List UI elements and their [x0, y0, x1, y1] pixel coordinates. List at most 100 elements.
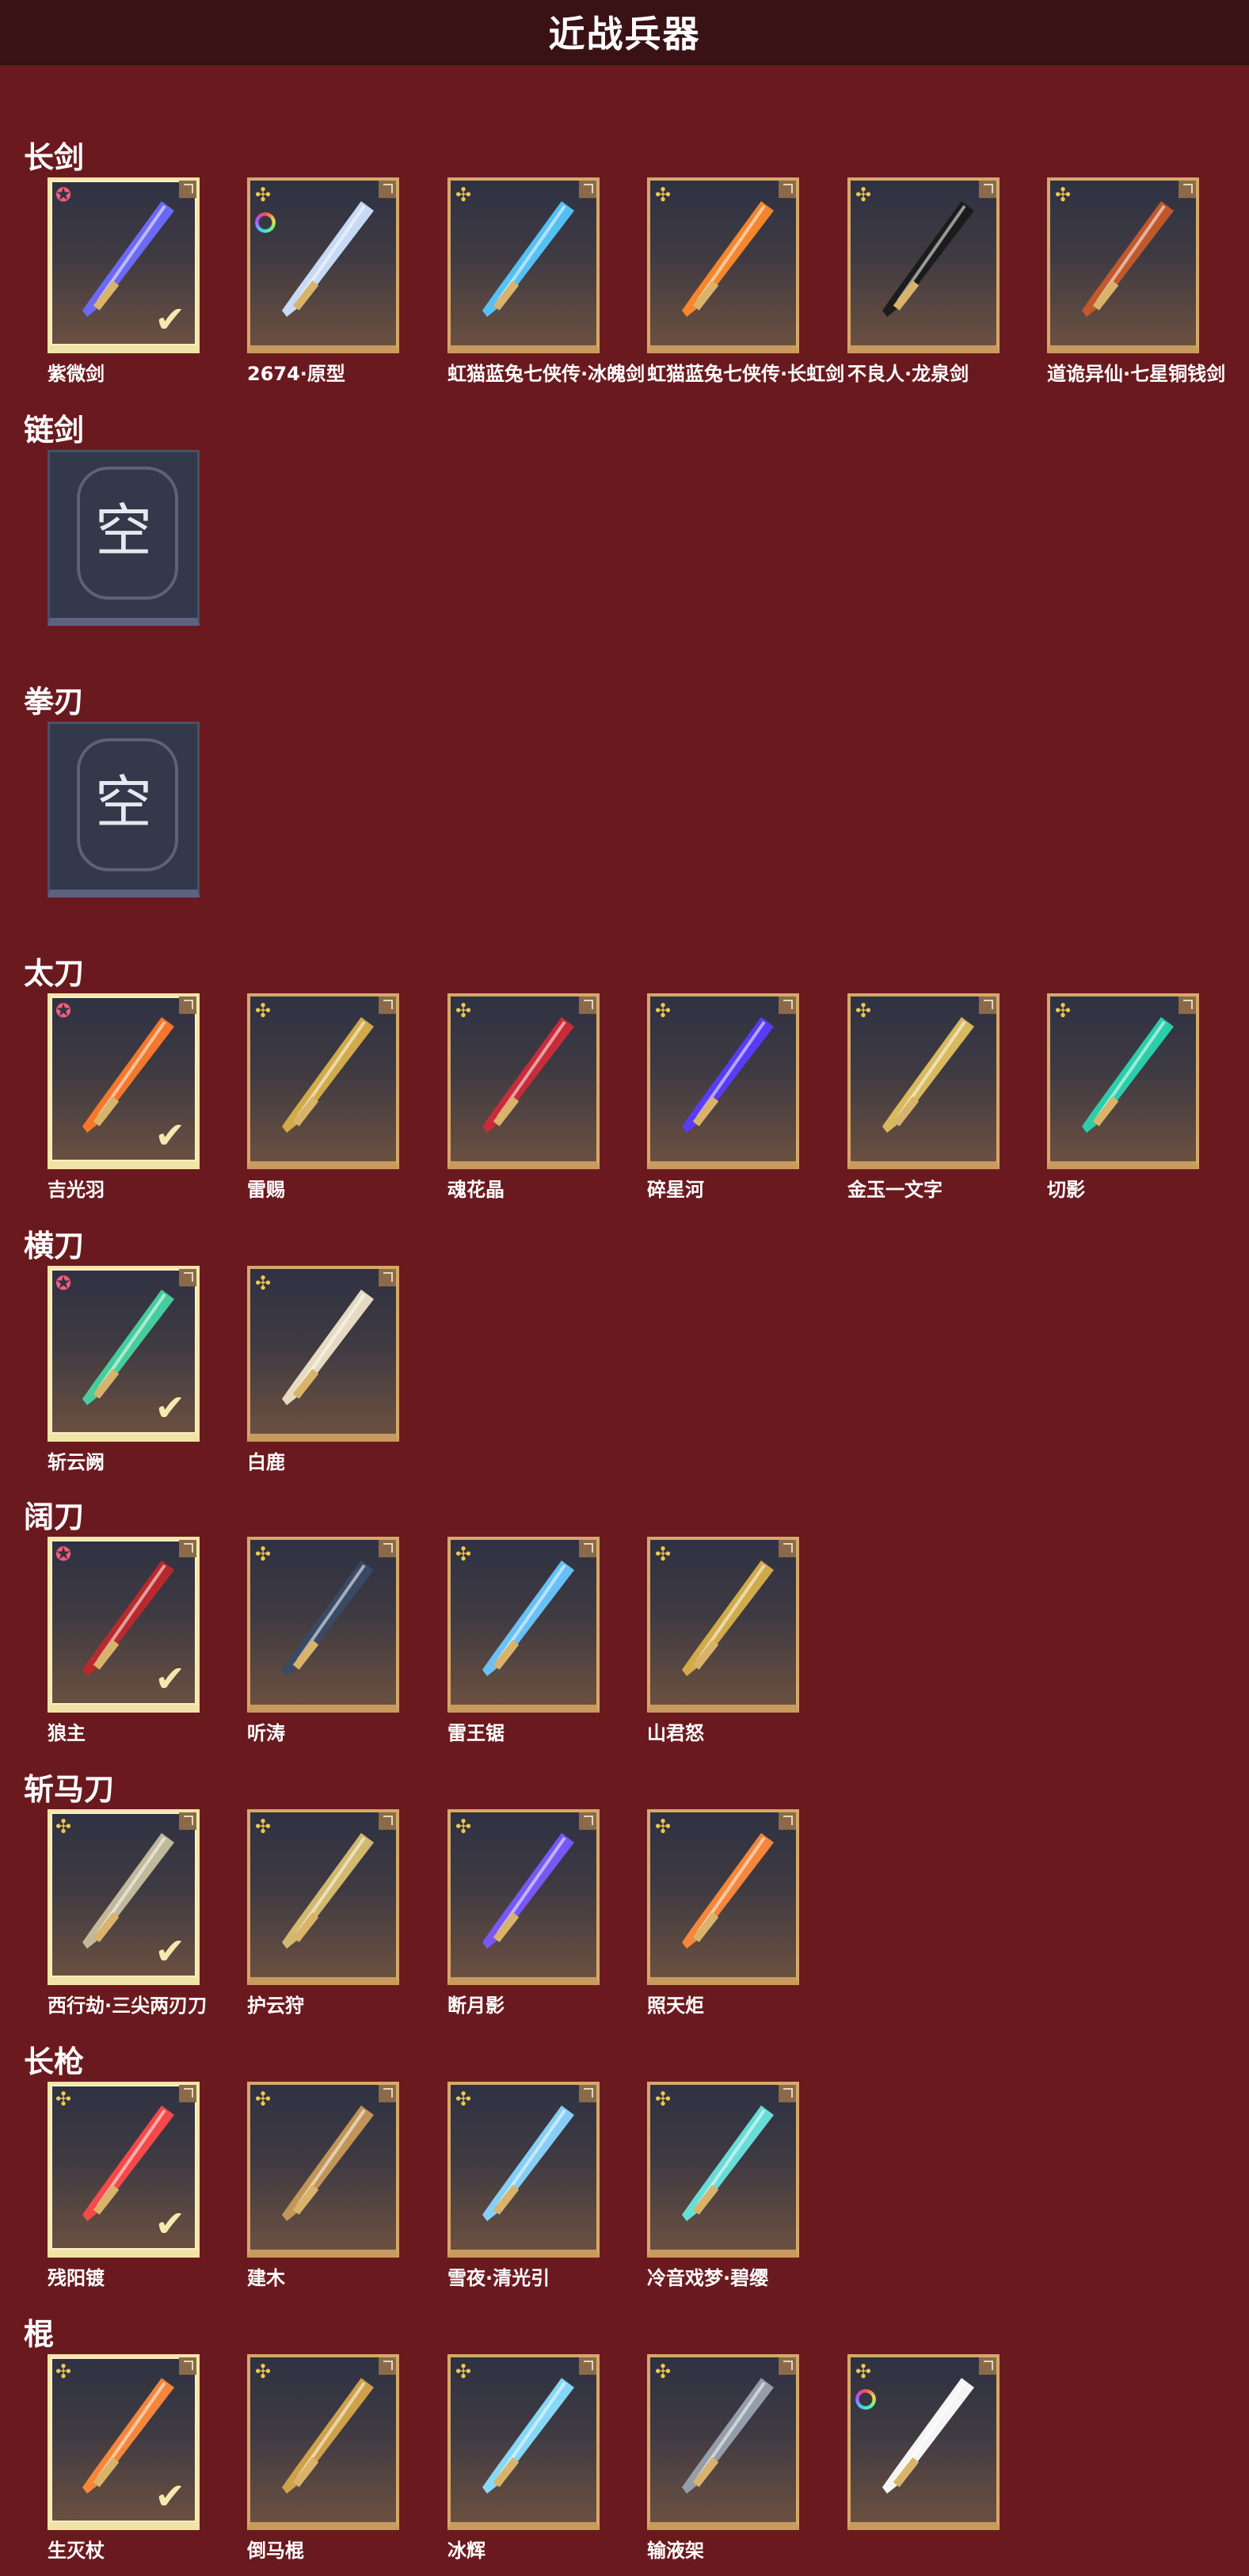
weapon-card[interactable]: ✣	[247, 1809, 399, 1985]
weapon-name: 道诡异仙·七星铜钱剑	[1047, 363, 1226, 385]
flower-badge-icon: ✣	[455, 2088, 472, 2110]
color-wheel-icon	[255, 212, 276, 233]
corner-arrow-icon	[179, 1269, 196, 1286]
weapon-card[interactable]: ✣	[447, 2082, 600, 2258]
corner-arrow-icon	[579, 2085, 596, 2102]
corner-arrow-icon	[179, 181, 196, 198]
corner-arrow-icon	[379, 1812, 396, 1830]
weapon-card[interactable]: ✣	[247, 2354, 399, 2530]
corner-arrow-icon	[979, 181, 996, 198]
empty-label: 空	[94, 497, 152, 564]
check-icon: ✔	[154, 1114, 185, 1157]
weapon-card[interactable]: ✣	[847, 177, 1000, 353]
weapon-card[interactable]: ✣	[247, 1537, 399, 1713]
weapon-name: 金玉一文字	[847, 1179, 942, 1201]
color-wheel-icon	[855, 2389, 876, 2410]
weapon-name: 冷音戏梦·碧缨	[647, 2267, 769, 2289]
weapon-card[interactable]: ✣	[447, 1537, 600, 1713]
flower-badge-icon: ✣	[455, 1543, 472, 1565]
weapon-card[interactable]: ✪ ✔	[48, 177, 200, 353]
corner-arrow-icon	[579, 996, 596, 1014]
page-title: 近战兵器	[548, 13, 701, 55]
flower-badge-icon: ✣	[1055, 1000, 1072, 1022]
corner-arrow-icon	[379, 2085, 396, 2102]
star-badge-icon: ✪	[55, 184, 72, 206]
corner-arrow-icon	[179, 996, 196, 1014]
corner-arrow-icon	[579, 1812, 596, 1830]
weapon-card[interactable]: ✣	[247, 177, 399, 353]
corner-arrow-icon	[1179, 181, 1196, 198]
weapon-image	[482, 1017, 574, 1133]
weapon-card[interactable]: ✣	[647, 993, 799, 1169]
corner-arrow-icon	[779, 2085, 796, 2102]
weapon-name: 雪夜·清光引	[447, 2267, 550, 2289]
category-label: 太刀	[24, 956, 85, 991]
weapon-name: 白鹿	[247, 1451, 285, 1473]
weapon-card[interactable]: ✣	[247, 2082, 399, 2258]
corner-arrow-icon	[579, 2357, 596, 2375]
check-icon: ✔	[154, 1657, 185, 1700]
weapon-card[interactable]: ✣ ✔	[48, 1809, 200, 1985]
weapon-image	[882, 2378, 974, 2494]
weapon-image	[682, 1833, 774, 1949]
weapon-card[interactable]: ✣	[647, 2082, 799, 2258]
weapon-card[interactable]: ✣	[647, 2354, 799, 2530]
weapon-name: 吉光羽	[48, 1179, 105, 1201]
weapon-name: 生灭杖	[48, 2540, 105, 2562]
weapon-image	[682, 2378, 774, 2494]
weapon-card[interactable]: ✣	[847, 993, 1000, 1169]
flower-badge-icon: ✣	[255, 1543, 272, 1565]
corner-arrow-icon	[779, 996, 796, 1014]
weapon-image	[282, 1833, 374, 1949]
weapon-name: 倒马棍	[247, 2540, 304, 2562]
weapon-card[interactable]: ✣	[647, 177, 799, 353]
weapon-card[interactable]: ✪ ✔	[48, 1266, 200, 1442]
weapon-card[interactable]: ✣ ✔	[48, 2082, 200, 2258]
category-label: 长剑	[24, 140, 85, 175]
flower-badge-icon: ✣	[455, 1816, 472, 1838]
weapon-image	[682, 1560, 774, 1676]
weapon-card[interactable]: ✣	[447, 993, 600, 1169]
weapon-card[interactable]: ✪ ✔	[48, 993, 200, 1169]
weapon-card[interactable]: ✣	[447, 2354, 600, 2530]
corner-arrow-icon	[979, 996, 996, 1014]
weapon-card[interactable]: ✣	[1047, 993, 1199, 1169]
corner-arrow-icon	[179, 2357, 196, 2375]
weapon-card[interactable]: ✪ ✔	[48, 1537, 200, 1713]
weapon-image	[282, 1017, 374, 1133]
weapon-name: 斩云阙	[48, 1451, 105, 1473]
weapon-image	[282, 201, 374, 317]
weapon-card[interactable]: ✣	[447, 1809, 600, 1985]
weapon-image	[482, 1560, 574, 1676]
empty-weapon-card[interactable]: 空	[48, 722, 200, 897]
weapon-name: 护云狩	[247, 1995, 304, 2017]
weapon-card[interactable]: ✣	[647, 1537, 799, 1713]
corner-arrow-icon	[579, 181, 596, 198]
weapon-card[interactable]: ✣	[847, 2354, 1000, 2530]
star-badge-icon: ✪	[55, 1000, 72, 1022]
weapon-card[interactable]: ✣	[247, 1266, 399, 1442]
corner-arrow-icon	[779, 181, 796, 198]
weapon-card[interactable]: ✣	[247, 993, 399, 1169]
flower-badge-icon: ✣	[255, 1272, 272, 1294]
corner-arrow-icon	[979, 2357, 996, 2375]
top-bar: 近战兵器	[0, 0, 1249, 65]
flower-badge-icon: ✣	[255, 184, 272, 206]
check-icon: ✔	[154, 1930, 185, 1972]
category-label: 横刀	[24, 1229, 85, 1263]
category-label: 阔刀	[24, 1499, 85, 1534]
weapon-card[interactable]: ✣ ✔	[48, 2354, 200, 2530]
corner-arrow-icon	[379, 1269, 396, 1286]
weapon-image	[682, 201, 774, 317]
empty-weapon-card[interactable]: 空	[48, 450, 200, 626]
corner-arrow-icon	[379, 2357, 396, 2375]
weapon-card[interactable]: ✣	[447, 177, 600, 353]
weapon-name: 雷王锯	[447, 1722, 505, 1744]
flower-badge-icon: ✣	[655, 1000, 672, 1022]
weapon-image	[282, 2378, 374, 2494]
weapon-card[interactable]: ✣	[647, 1809, 799, 1985]
weapon-card[interactable]: ✣	[1047, 177, 1199, 353]
weapon-name: 雷赐	[247, 1179, 285, 1201]
flower-badge-icon: ✣	[655, 184, 672, 206]
flower-badge-icon: ✣	[255, 2088, 272, 2110]
